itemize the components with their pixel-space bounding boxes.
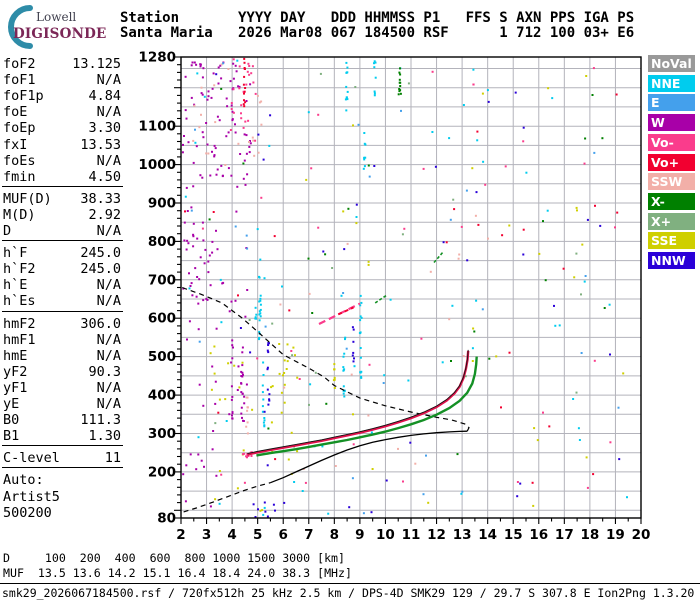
- legend-item-e: E: [648, 94, 695, 112]
- ionogram-plot: 1280 1100 1000 900 800 700 600 500 400 300 200 802 3…: [138, 50, 650, 544]
- y-axis-tick-label: 700: [148, 272, 176, 288]
- x-axis-tick-label: 5: [253, 527, 262, 543]
- noise-dots: [181, 57, 628, 518]
- x-axis-tick-label: 18: [580, 527, 599, 543]
- true-height-profile: [270, 430, 468, 484]
- y-axis-tick-label: 1100: [138, 119, 176, 135]
- x-axis-tick-label: 4: [227, 527, 236, 543]
- x-axis-tick-label: 10: [376, 527, 395, 543]
- muf-row: MUF 13.5 13.6 14.2 15.1 16.4 18.4 24.0 3…: [3, 566, 353, 580]
- legend-item-x: X+: [648, 212, 695, 230]
- legend-item-vo: Vo+: [648, 153, 695, 171]
- y-axis-tick-label: 1000: [138, 157, 176, 173]
- x-axis-tick-label: 9: [355, 527, 364, 543]
- x-axis-tick-label: 7: [304, 527, 313, 543]
- y-axis-tick-label: 500: [148, 349, 176, 365]
- x-axis-tick-label: 6: [279, 527, 288, 543]
- x-axis-tick-label: 20: [632, 527, 651, 543]
- y-axis-tick-label: 1280: [138, 50, 176, 66]
- y-axis-tick-label: 80: [157, 511, 176, 527]
- plot-gridlines: [181, 57, 641, 518]
- legend-item-sse: SSE: [648, 232, 695, 250]
- legend-item-noval: NoVal: [648, 55, 695, 72]
- y-axis-labels: 1280 1100 1000 900 800 700 600 500 400 300 200 80: [138, 50, 176, 527]
- oblique-echo-segment: [337, 306, 354, 316]
- legend-item-ssw: SSW: [648, 173, 695, 191]
- y-axis-tick-label: 400: [148, 388, 176, 404]
- x-axis-tick-label: 17: [555, 527, 574, 543]
- x-axis-tick-label: 2: [176, 527, 185, 543]
- x-axis-tick-label: 15: [504, 527, 523, 543]
- y-axis-tick-label: 600: [148, 311, 176, 327]
- y-axis-tick-label: 200: [148, 464, 176, 480]
- legend-item-w: W: [648, 114, 695, 132]
- ionogram-app: Lowell DIGISONDE Station YYYY DAY DDD HH…: [0, 0, 700, 600]
- x-axis-tick-label: 8: [330, 527, 339, 543]
- x-mode-trace: [256, 356, 478, 457]
- legend-item-nnw: NNW: [648, 252, 695, 269]
- x-axis-tick-label: 13: [453, 527, 472, 543]
- y-axis-tick-label: 900: [148, 196, 176, 212]
- legend-item-vo: Vo-: [648, 133, 695, 151]
- status-line: smk29_2026067184500.rsf / 720fx512h 25 k…: [2, 586, 695, 600]
- profile-dashed-topside: [182, 286, 470, 432]
- y-axis-tick-label: 800: [148, 234, 176, 250]
- x-axis-tick-label: 12: [427, 527, 446, 543]
- x-axis-tick-label: 14: [478, 527, 497, 543]
- x-axis-tick-label: 11: [402, 527, 421, 543]
- bottom-divider: [0, 583, 700, 584]
- distance-row: D 100 200 400 600 800 1000 1500 3000 [km…: [3, 551, 346, 565]
- x-axis-labels: 2 3 4 5 6 7 8 9 10 11 12 13 14 15 16 17 18 19 20: [176, 527, 650, 543]
- legend-item-nne: NNE: [648, 74, 695, 92]
- x-axis-tick-label: 19: [606, 527, 625, 543]
- x-axis-tick-label: 3: [202, 527, 211, 543]
- y-axis-tick-label: 300: [148, 426, 176, 442]
- x-axis-tick-label: 16: [529, 527, 548, 543]
- o-mode-trace: [247, 350, 470, 456]
- legend-item-x: X-: [648, 192, 695, 210]
